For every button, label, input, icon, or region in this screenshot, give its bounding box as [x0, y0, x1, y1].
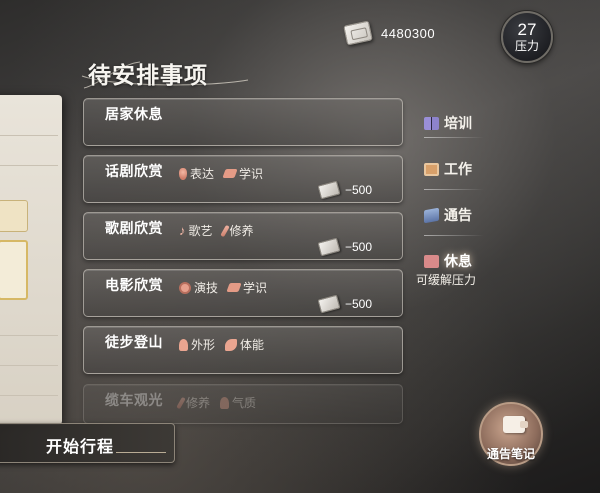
- graduation-cap-icon: [226, 283, 242, 292]
- category-tab-announcement[interactable]: 通告: [424, 205, 472, 225]
- stress-value: 27: [517, 20, 537, 39]
- body-icon: [179, 338, 188, 351]
- music-note-icon: ♪: [179, 222, 186, 238]
- schedule-item-name: 缆车观光: [105, 393, 163, 409]
- attr-label: 学识: [239, 167, 264, 181]
- attr-label: 气质: [232, 396, 257, 410]
- category-tab-training[interactable]: 培训: [424, 113, 472, 133]
- notebook-tab: [0, 240, 28, 300]
- attr-label: 歌艺: [188, 224, 213, 238]
- schedule-item[interactable]: 电影欣赏 演技 学识 −500: [83, 269, 403, 317]
- cash-icon: [317, 237, 341, 257]
- notes-button-label: 通告笔记: [486, 447, 535, 461]
- cost-value: −500: [344, 183, 372, 197]
- schedule-item-name: 话剧欣赏: [105, 164, 163, 180]
- schedule-item-cost: −500: [317, 237, 372, 257]
- attr-label: 演技: [194, 281, 219, 295]
- schedule-item[interactable]: 徒步登山 外形 体能: [83, 326, 403, 374]
- announcement-notes-button[interactable]: 通告笔记: [479, 402, 543, 466]
- category-label: 培训: [444, 116, 472, 132]
- schedule-item-cost: −500: [317, 294, 372, 314]
- schedule-item-cost: −500: [317, 180, 372, 200]
- menu-divider: [424, 235, 484, 236]
- film-reel-icon: [179, 281, 191, 294]
- graduation-cap-icon: [222, 169, 238, 178]
- currency-display: 4480300: [343, 18, 445, 48]
- cost-value: −500: [344, 240, 372, 254]
- schedule-item-attrs: 修养 气质: [176, 394, 257, 411]
- cost-value: −500: [344, 297, 372, 311]
- muscle-arm-icon: [225, 338, 238, 351]
- category-tab-rest[interactable]: 休息: [424, 251, 472, 271]
- attr-label: 修养: [186, 396, 211, 410]
- rest-icon: [424, 254, 439, 268]
- menu-divider: [424, 189, 484, 190]
- brush-icon: [176, 396, 186, 409]
- category-label: 工作: [444, 162, 472, 178]
- book-icon: [424, 116, 439, 130]
- cash-icon: [343, 20, 373, 46]
- schedule-item[interactable]: 话剧欣赏 表达 学识 −500: [83, 155, 403, 203]
- attr-label: 表达: [190, 167, 215, 181]
- currency-value: 4480300: [381, 25, 436, 41]
- page-title: 待安排事项: [88, 62, 208, 89]
- attr-label: 外形: [191, 338, 216, 352]
- mic-icon: [179, 167, 187, 180]
- cash-icon: [317, 294, 341, 314]
- briefcase-icon: [424, 162, 439, 176]
- brush-icon: [219, 224, 230, 237]
- category-tab-work[interactable]: 工作: [424, 159, 472, 179]
- attr-label: 体能: [240, 338, 265, 352]
- notebook-tab: [0, 200, 28, 232]
- body-icon: [220, 396, 230, 409]
- schedule-item-attrs: 表达 学识: [179, 165, 263, 182]
- schedule-item-attrs: 演技 学识: [179, 279, 267, 296]
- announcement-icon: [424, 207, 439, 223]
- wallet-icon: [503, 416, 528, 433]
- cash-icon: [317, 180, 341, 200]
- schedule-item-attrs: ♪ 歌艺 修养: [179, 222, 254, 239]
- schedule-item-name: 歌剧欣赏: [105, 221, 163, 237]
- schedule-item-attrs: 外形 体能: [179, 336, 264, 353]
- attr-label: 修养: [229, 224, 254, 238]
- schedule-item-name: 居家休息: [105, 107, 163, 123]
- schedule-item[interactable]: 居家休息: [83, 98, 403, 146]
- schedule-item[interactable]: 歌剧欣赏 ♪ 歌艺 修养 −500: [83, 212, 403, 260]
- attr-label: 学识: [243, 281, 268, 295]
- stress-badge: 27 压力: [501, 11, 553, 63]
- schedule-item-name: 徒步登山: [105, 335, 163, 351]
- stress-label: 压力: [514, 39, 539, 53]
- menu-divider: [424, 137, 484, 138]
- schedule-item-name: 电影欣赏: [105, 278, 163, 294]
- category-label: 通告: [444, 208, 472, 224]
- schedule-item[interactable]: 缆车观光 修养 气质: [83, 384, 403, 424]
- start-schedule-button[interactable]: 开始行程: [0, 423, 175, 463]
- category-label: 休息: [444, 254, 472, 270]
- schedule-notebook: [0, 95, 62, 425]
- category-subtitle: 可缓解压力: [416, 273, 477, 287]
- start-button-label: 开始行程: [46, 437, 115, 456]
